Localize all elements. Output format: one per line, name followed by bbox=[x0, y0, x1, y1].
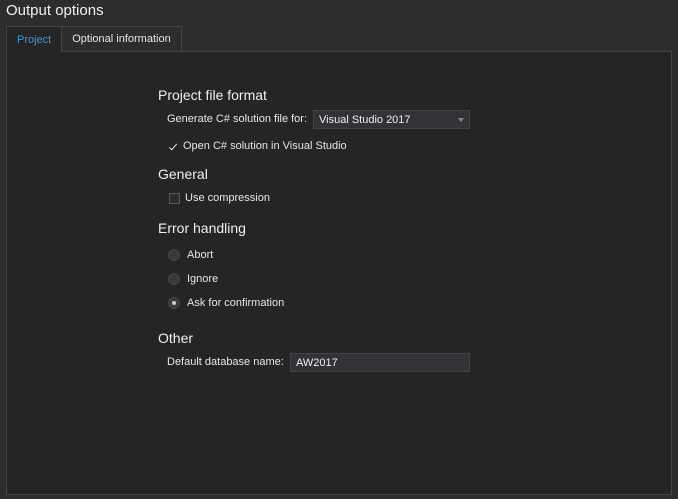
ignore-radio[interactable] bbox=[168, 273, 180, 285]
radio-option-ask-for-confirmation[interactable]: Ask for confirmation bbox=[168, 297, 284, 309]
use-compression-option[interactable]: Use compression bbox=[167, 192, 270, 204]
page-title: Output options bbox=[6, 2, 104, 19]
use-compression-checkbox[interactable] bbox=[169, 192, 180, 204]
tab-bar: Project Optional information bbox=[6, 26, 182, 52]
tab-optional-information[interactable]: Optional information bbox=[61, 26, 182, 51]
ask-for-confirmation-radio[interactable] bbox=[168, 297, 180, 309]
visual-studio-version-select[interactable]: Visual Studio 2017 bbox=[313, 110, 470, 129]
ignore-label: Ignore bbox=[187, 273, 219, 285]
radio-option-ignore[interactable]: Ignore bbox=[168, 273, 218, 285]
default-database-name-label: Default database name: bbox=[167, 356, 284, 368]
open-in-vs-option[interactable]: Open C# solution in Visual Studio bbox=[167, 140, 347, 152]
use-compression-label: Use compression bbox=[185, 192, 270, 204]
open-in-vs-checkbox[interactable] bbox=[167, 141, 178, 152]
abort-label: Abort bbox=[187, 249, 214, 261]
chevron-down-icon[interactable] bbox=[458, 118, 464, 122]
default-database-name-input[interactable]: AW2017 bbox=[290, 353, 470, 372]
default-database-name-value: AW2017 bbox=[296, 356, 338, 369]
radio-option-abort[interactable]: Abort bbox=[168, 249, 213, 261]
section-title-other: Other bbox=[158, 330, 194, 346]
open-in-vs-label: Open C# solution in Visual Studio bbox=[183, 140, 347, 152]
section-title-error-handling: Error handling bbox=[158, 220, 246, 236]
abort-radio[interactable] bbox=[168, 249, 180, 261]
ask-for-confirmation-label: Ask for confirmation bbox=[187, 297, 285, 309]
visual-studio-version-value: Visual Studio 2017 bbox=[319, 113, 411, 126]
generate-solution-label: Generate C# solution file for: bbox=[167, 113, 308, 125]
tab-project[interactable]: Project bbox=[6, 26, 63, 52]
section-title-general: General bbox=[158, 166, 208, 182]
section-title-project-file-format: Project file format bbox=[158, 87, 267, 103]
